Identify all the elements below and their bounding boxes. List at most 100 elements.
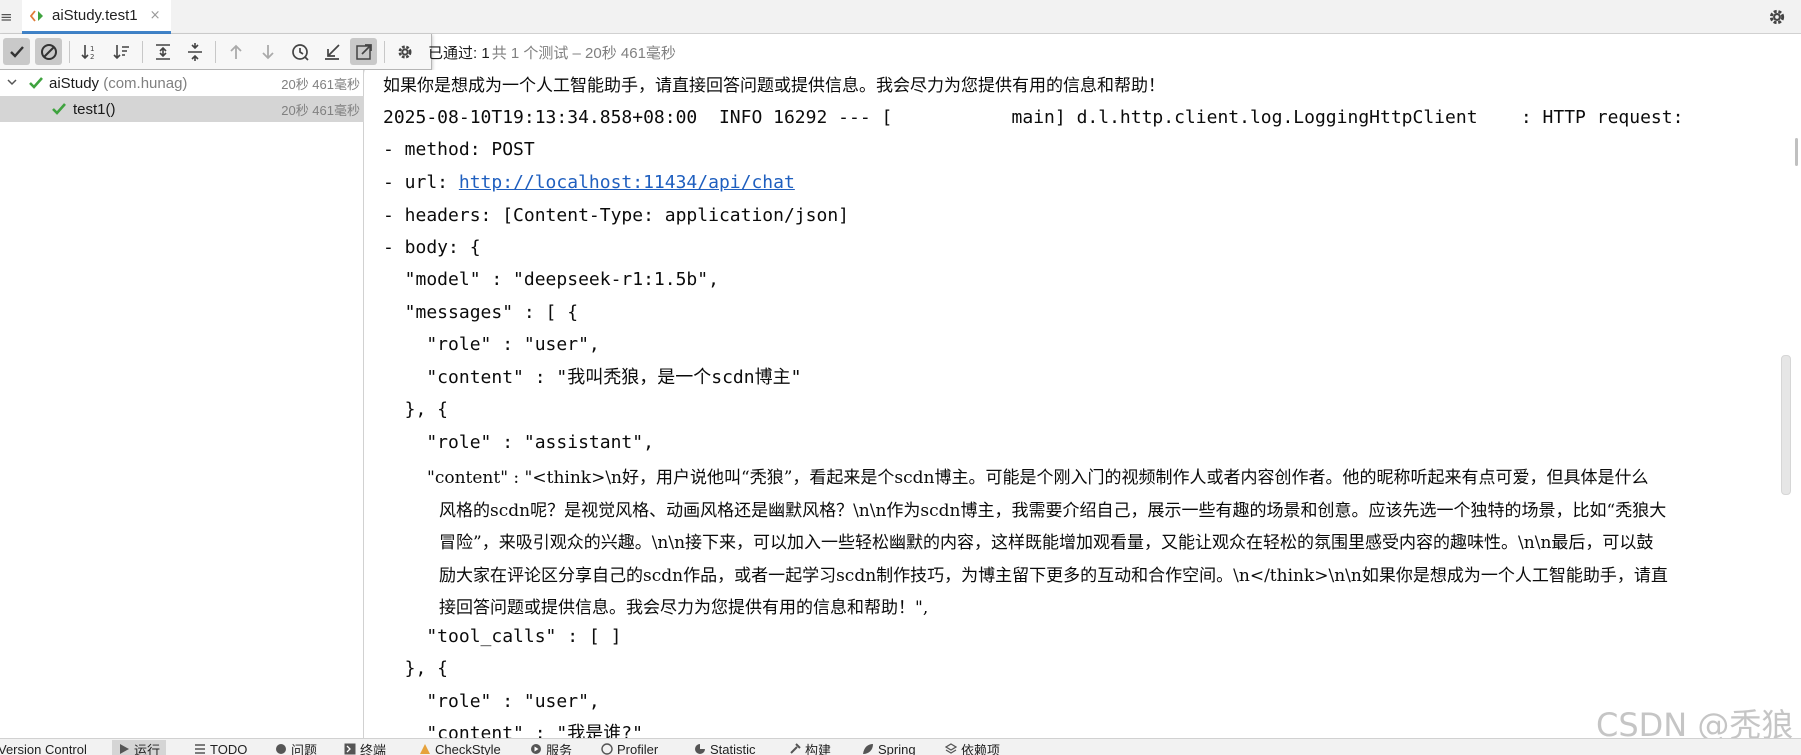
- console-line: "role" : "user",: [383, 334, 600, 355]
- tool-todo[interactable]: TODO: [194, 740, 247, 755]
- tool-profiler[interactable]: Profiler: [601, 740, 658, 755]
- sort-alpha-icon: 12: [80, 44, 94, 61]
- console-line: "role" : "assistant",: [383, 432, 654, 453]
- gear-icon[interactable]: [1766, 6, 1788, 28]
- expand-all-icon: [155, 43, 170, 60]
- tool-label: 终端: [360, 742, 387, 755]
- next-failed-test-button[interactable]: [254, 38, 281, 65]
- tool-checkstyle[interactable]: CheckStyle: [419, 740, 501, 755]
- arrow-down-icon: [261, 44, 274, 59]
- spring-icon: [863, 744, 873, 754]
- import-tests-button[interactable]: [318, 38, 345, 65]
- sort-duration-icon: [112, 44, 129, 59]
- tree-row-aistudy[interactable]: aiStudy (com.hunag) 20秒 461毫秒: [0, 70, 364, 96]
- console-line-url: - url: http://localhost:11434/api/chat: [383, 167, 795, 199]
- console-line: }, {: [383, 658, 449, 679]
- tool-terminal[interactable]: 终端: [344, 740, 386, 755]
- run-icon: [120, 744, 129, 754]
- test-passed-icon: [29, 77, 43, 89]
- profiler-icon: [601, 743, 613, 755]
- console-line: "model" : "deepseek-r1:1.5b",: [383, 269, 719, 290]
- toolbar-separator: [215, 40, 216, 63]
- tree-item-name: aiStudy: [49, 74, 100, 92]
- scrollbar-thumb[interactable]: [1781, 355, 1791, 495]
- run-toolbar: 12: [0, 34, 432, 70]
- tool-label: CheckStyle: [435, 741, 501, 755]
- run-config-icon: [30, 9, 43, 22]
- chevron-down-icon[interactable]: [5, 75, 19, 89]
- console-line: }, {: [383, 399, 449, 420]
- tool-label: Spring: [878, 741, 916, 755]
- tree-item-duration: 20秒 461毫秒: [281, 76, 360, 92]
- console-wrapped-line: "content" : "<think>\n好，用户说他叫“秃狼”，看起来是个s…: [427, 468, 1649, 488]
- console-line: "role" : "user",: [383, 691, 600, 712]
- tool-label: Version Control: [0, 741, 87, 755]
- toolbar-separator: [142, 40, 143, 63]
- test-tree: aiStudy (com.hunag) 20秒 461毫秒 test1() 20…: [0, 70, 364, 738]
- check-icon: [9, 45, 24, 58]
- gear-icon: [398, 45, 411, 58]
- console-output[interactable]: 如果你是想成为一个人工智能助手，请直接回答问题或提供信息。我会尽力为您提供有用的…: [365, 70, 1785, 738]
- console-line: - method: POST: [383, 139, 535, 160]
- console-line: "content" : "我是谁?": [383, 723, 643, 738]
- tool-version-control[interactable]: Version Control: [0, 740, 87, 755]
- sort-alphabetically-button[interactable]: 12: [76, 38, 103, 65]
- sort-by-duration-button[interactable]: [108, 38, 135, 65]
- ignored-icon: [40, 43, 57, 60]
- history-icon: [291, 43, 309, 61]
- previous-failed-test-button[interactable]: [222, 38, 249, 65]
- problems-icon: [276, 744, 286, 754]
- collapse-all-icon: [187, 42, 202, 61]
- expand-all-button[interactable]: [149, 38, 176, 65]
- tests-summary: 共 1 个测试 – 20秒 461毫秒: [491, 44, 676, 62]
- tool-run[interactable]: 运行: [112, 740, 167, 755]
- api-url-link[interactable]: http://localhost:11434/api/chat: [459, 172, 795, 193]
- tool-problems[interactable]: 问题: [275, 740, 317, 755]
- tool-label: 依赖项: [961, 742, 1001, 755]
- tool-build[interactable]: 构建: [789, 740, 831, 755]
- console-wrapped-line: 风格的scdn呢？是视觉风格、动画风格还是幽默风格？\n\n作为scdn博主，我…: [439, 500, 1667, 521]
- console-line: 2025-08-10T19:13:34.858+08:00 INFO 16292…: [383, 107, 1684, 128]
- console-line: "tool_calls" : [ ]: [383, 626, 622, 647]
- bottom-tool-strip: Version Control 运行 TODO 问题 终端 CheckStyle…: [0, 738, 1801, 755]
- tool-label: TODO: [210, 741, 248, 755]
- close-icon[interactable]: ×: [150, 8, 161, 23]
- export-tests-button[interactable]: [350, 38, 377, 65]
- tree-item-package: (com.hunag): [103, 74, 188, 92]
- tab-aistudy-test1[interactable]: aiStudy.test1 ×: [22, 0, 171, 34]
- tool-spring[interactable]: Spring: [862, 740, 916, 755]
- statistic-icon: [695, 744, 705, 754]
- console-line: 如果你是想成为一个人工智能助手，请直接回答问题或提供信息。我会尽力为您提供有用的…: [383, 76, 1165, 96]
- console-line: - body: {: [383, 237, 481, 258]
- console-line: "messages" : [ {: [383, 302, 579, 323]
- tool-label: Profiler: [617, 741, 659, 755]
- console-line-prefix: - url:: [383, 172, 459, 193]
- tests-passed-label: 已通过: 1: [428, 44, 490, 62]
- toolbar-separator: [69, 40, 70, 63]
- tool-label: 运行: [134, 742, 161, 755]
- list-icon: [195, 744, 205, 754]
- tool-dependencies[interactable]: 依赖项: [945, 740, 1000, 755]
- console-wrapped-line: 冒险”，来吸引观众的兴趣。\n\n接下来，可以加入一些轻松幽默的内容，这样既能增…: [439, 533, 1654, 553]
- show-ignored-button[interactable]: [35, 38, 62, 65]
- toolbar-settings-button[interactable]: [391, 38, 418, 65]
- assistant-content-block: "content" : "<think>\n好，用户说他叫“秃狼”，看起来是个s…: [427, 462, 1767, 625]
- terminal-icon: [344, 743, 356, 755]
- console-wrapped-line: 励大家在评论区分享自己的scdn作品，或者一起学习scdn制作技巧，为博主留下更…: [439, 565, 1668, 586]
- test-history-button[interactable]: [286, 38, 313, 65]
- tool-label: 问题: [291, 742, 318, 755]
- arrow-up-icon: [229, 44, 242, 59]
- tab-bar-left-edge: ≡: [0, 8, 13, 26]
- svg-text:2: 2: [90, 53, 94, 61]
- tool-statistic[interactable]: Statistic: [694, 740, 756, 755]
- show-passed-button[interactable]: [3, 38, 30, 65]
- services-icon: [531, 744, 541, 754]
- console-wrapped-line: 接回答问题或提供信息。我会尽力为您提供有用的信息和帮助！",: [439, 598, 929, 618]
- editor-tab-bar: ≡ aiStudy.test1 ×: [0, 0, 1801, 34]
- import-icon: [324, 43, 340, 60]
- console-line: "content" : "我叫秃狼，是一个scdn博主": [383, 367, 802, 388]
- tree-row-test1[interactable]: test1() 20秒 461毫秒: [0, 96, 364, 122]
- checkstyle-icon: [420, 744, 430, 754]
- collapse-all-button[interactable]: [181, 38, 208, 65]
- tool-services[interactable]: 服务: [530, 740, 572, 755]
